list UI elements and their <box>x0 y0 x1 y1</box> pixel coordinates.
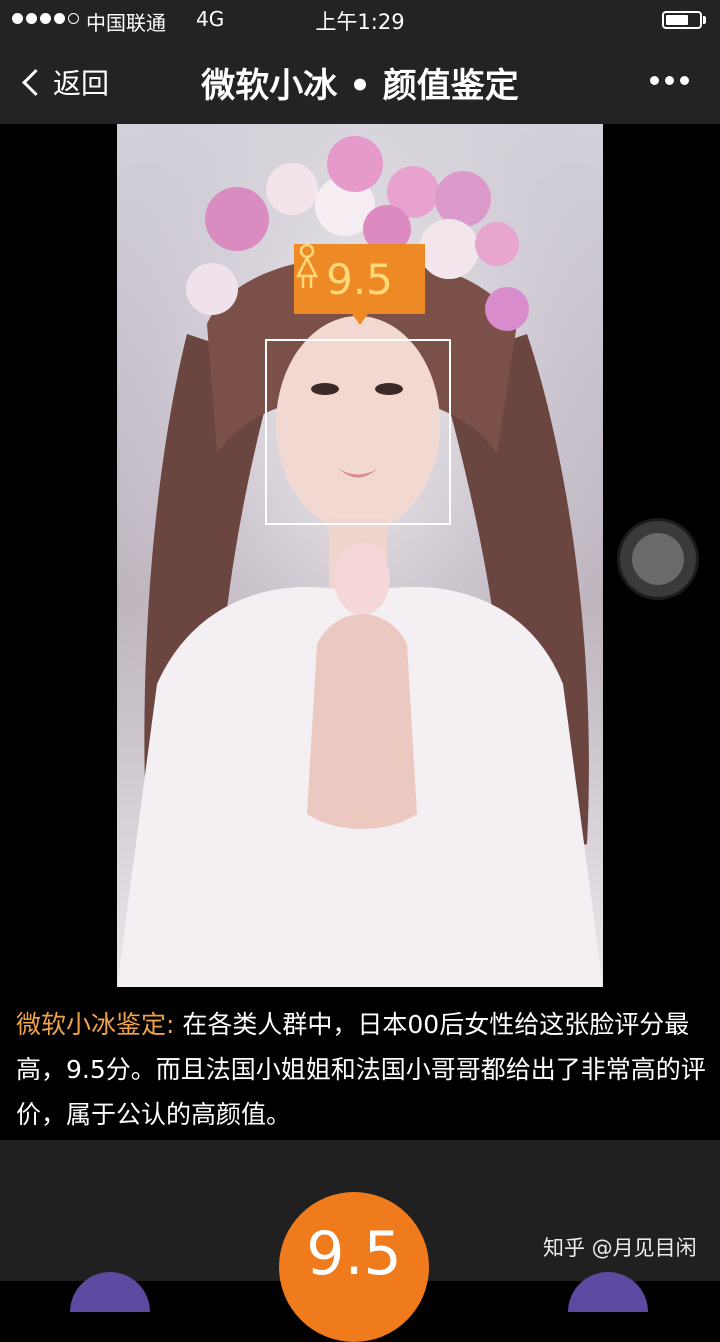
score-tag-value: 9.5 <box>326 254 393 304</box>
decorative-arc-right <box>568 1272 648 1312</box>
battery-level <box>666 15 689 25</box>
assistive-touch-button[interactable] <box>620 521 696 597</box>
bottom-panel: 9.5 知乎 @月见目闲 <box>0 1140 720 1342</box>
battery-icon <box>662 11 702 29</box>
battery-tip <box>703 16 706 24</box>
score-tag: 9.5 <box>294 244 425 325</box>
verdict-text: 微软小冰鉴定: 在各类人群中，日本00后女性给这张脸评分最高，9.5分。而且法国… <box>16 1002 706 1137</box>
female-icon <box>295 244 319 288</box>
page-title: 微软小冰 • 颜值鉴定 <box>201 66 519 106</box>
score-bubble-value: 9.5 <box>306 1219 402 1289</box>
status-bar: 中国联通 4G 上午1:29 <box>0 0 720 40</box>
zhihu-watermark: 知乎 @月见目闲 <box>543 1236 697 1260</box>
portrait-photo[interactable]: 9.5 <box>117 124 603 987</box>
more-dots-icon <box>650 76 659 85</box>
more-dot <box>665 76 674 85</box>
assistive-touch-inner <box>632 533 684 585</box>
face-detection-box <box>265 339 451 525</box>
more-dot <box>680 76 689 85</box>
score-bubble: 9.5 <box>279 1192 429 1342</box>
nav-bar: 返回 微软小冰 • 颜值鉴定 <box>0 40 720 124</box>
decorative-arc-left <box>70 1272 150 1312</box>
verdict-label: 微软小冰鉴定: <box>16 1010 175 1039</box>
status-time: 上午1:29 <box>315 10 405 34</box>
more-options-button[interactable] <box>650 76 689 85</box>
